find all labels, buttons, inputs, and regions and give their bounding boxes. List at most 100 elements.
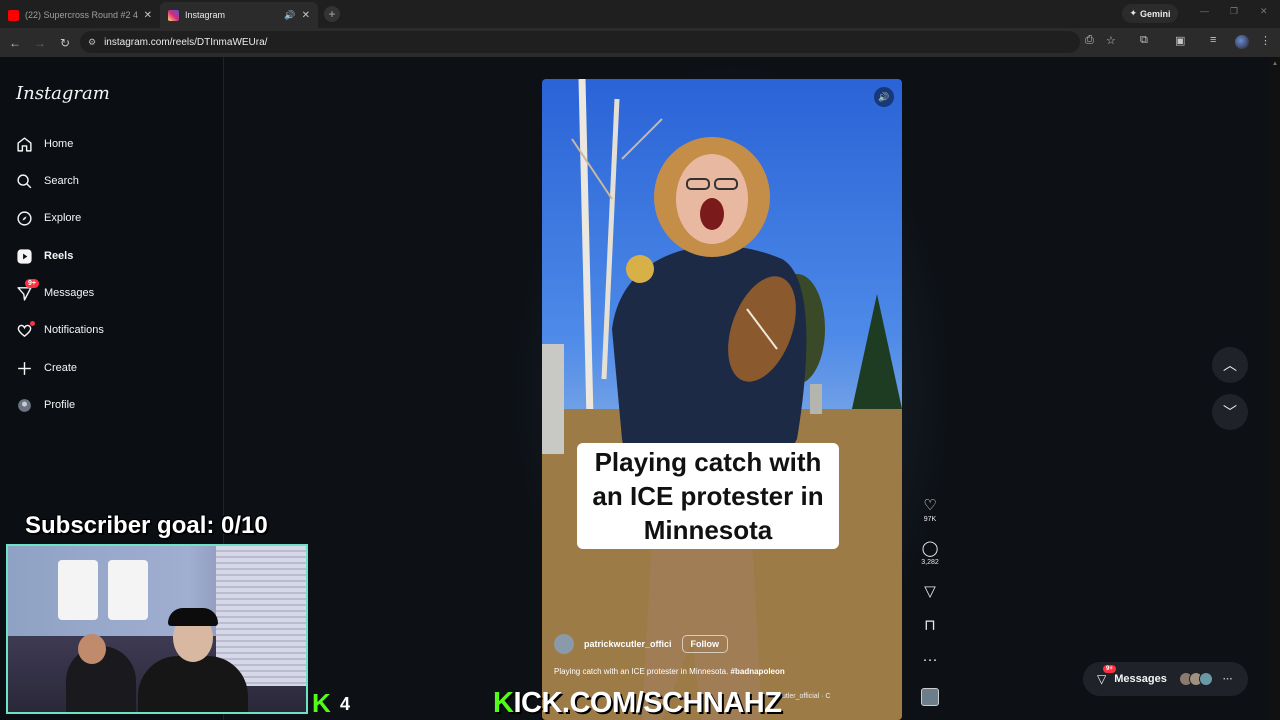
sidebar-item-explore[interactable]: Explore bbox=[16, 206, 81, 230]
speaker-icon[interactable]: 🔊 bbox=[284, 10, 295, 21]
reels-icon bbox=[16, 248, 33, 265]
jersey-image bbox=[108, 560, 148, 620]
reel-caption-overlay: Playing catch with an ICE protester in M… bbox=[577, 443, 839, 549]
messages-pill-label: Messages bbox=[1114, 673, 1167, 685]
sidebar-item-label: Reels bbox=[44, 250, 74, 262]
instagram-logo[interactable]: Instagram bbox=[16, 83, 110, 104]
sidebar-item-create[interactable]: Create bbox=[16, 356, 77, 380]
kick-logo-icon: K bbox=[312, 688, 331, 718]
streamer-right bbox=[138, 656, 248, 712]
forward-arrow-icon[interactable]: → bbox=[29, 32, 51, 54]
tab-title: Instagram bbox=[185, 10, 226, 20]
kick-url-k: K bbox=[493, 687, 514, 719]
sidebar-item-reels[interactable]: Reels bbox=[16, 244, 73, 268]
sidebar-item-search[interactable]: Search bbox=[16, 169, 79, 193]
kick-channel-url: KICK.COM/SCHNAHZ bbox=[493, 686, 782, 720]
close-tab-icon[interactable]: ✕ bbox=[144, 10, 152, 21]
reel-hashtag[interactable]: #badnapoleon bbox=[731, 667, 785, 676]
chevron-up-icon: ︿ bbox=[1223, 357, 1237, 373]
heart-icon: ♡ bbox=[923, 497, 937, 514]
search-icon bbox=[16, 173, 33, 190]
window-close-icon[interactable]: ✕ bbox=[1260, 6, 1268, 17]
page-scrollbar[interactable]: ▲ bbox=[1270, 57, 1280, 720]
previous-reel-button[interactable]: ︿ bbox=[1212, 347, 1248, 383]
sidebar-item-label: Search bbox=[44, 175, 79, 187]
gemini-label: Gemini bbox=[1140, 8, 1171, 19]
heart-icon bbox=[16, 320, 35, 339]
gemini-button[interactable]: ✦ Gemini bbox=[1122, 4, 1178, 23]
bookmark-icon: ⊓ bbox=[924, 617, 936, 634]
address-bar[interactable]: ⚙ instagram.com/reels/DTInmaWEUra/ bbox=[80, 31, 1080, 53]
streamer-left-head bbox=[78, 634, 106, 664]
split-view-icon[interactable]: ▣ bbox=[1175, 34, 1185, 47]
avatar-icon bbox=[16, 397, 33, 414]
reel-author-row: patrickwcutler_offici Follow bbox=[554, 634, 729, 654]
sidebar-item-profile[interactable]: Profile bbox=[16, 393, 75, 417]
instagram-favicon-icon bbox=[168, 9, 179, 21]
kick-url-rest: ICK.COM/SCHNAHZ bbox=[513, 687, 782, 719]
browser-toolbar: ← → ↻ ⚙ instagram.com/reels/DTInmaWEUra/… bbox=[0, 28, 1280, 57]
sidebar-item-label: Explore bbox=[44, 212, 82, 224]
sidebar-item-notifications[interactable]: Notifications bbox=[16, 318, 104, 342]
avatar bbox=[1198, 672, 1213, 686]
like-count: 97K bbox=[923, 516, 937, 523]
message-avatars bbox=[1178, 672, 1213, 686]
sidebar-item-label: Create bbox=[44, 362, 78, 374]
notification-dot bbox=[30, 320, 35, 326]
chevron-down-icon: ﹀ bbox=[1223, 404, 1237, 420]
more-options-button[interactable]: ··· bbox=[918, 652, 942, 668]
bookmark-star-icon[interactable]: ☆ bbox=[1106, 34, 1116, 47]
comment-bubble-icon: ◯ bbox=[921, 540, 939, 557]
browser-tab-bar: (22) Supercross Round #2 450S ✕ Instagra… bbox=[0, 0, 1280, 28]
kick-viewer-count: 4 bbox=[340, 694, 351, 714]
sidebar-item-home[interactable]: Home bbox=[16, 132, 73, 156]
mute-toggle-icon[interactable]: 🔊 bbox=[874, 87, 894, 107]
scroll-up-icon[interactable]: ▲ bbox=[1272, 61, 1278, 67]
youtube-icon bbox=[8, 9, 19, 21]
profile-avatar-icon[interactable] bbox=[1235, 35, 1249, 49]
jersey-image bbox=[58, 560, 98, 620]
next-reel-button[interactable]: ﹀ bbox=[1212, 394, 1248, 430]
site-info-icon[interactable]: ⚙ bbox=[88, 37, 96, 48]
tab-youtube[interactable]: (22) Supercross Round #2 450S ✕ bbox=[0, 2, 160, 28]
back-arrow-icon[interactable]: ← bbox=[4, 32, 26, 54]
reel-audio-label[interactable]: utler_official · C bbox=[782, 693, 831, 700]
reel-video[interactable]: 🔊 Playing catch with an ICE protester in… bbox=[542, 79, 902, 720]
messages-pill-badge: 9+ bbox=[1103, 665, 1116, 673]
reload-icon[interactable]: ↻ bbox=[54, 32, 76, 54]
share-button[interactable]: ▽ bbox=[918, 584, 942, 600]
reel-scene bbox=[542, 79, 902, 720]
messages-badge: 9+ bbox=[25, 278, 39, 288]
follow-button[interactable]: Follow bbox=[681, 635, 729, 653]
comment-count: 3,282 bbox=[921, 559, 939, 566]
compass-icon bbox=[16, 210, 33, 227]
media-controls-icon[interactable]: ≡ bbox=[1210, 34, 1216, 46]
author-username[interactable]: patrickwcutler_offici bbox=[584, 639, 672, 649]
author-avatar[interactable] bbox=[554, 634, 574, 654]
restore-icon[interactable]: ❐ bbox=[1230, 6, 1238, 17]
install-app-icon[interactable]: ⎙ bbox=[1085, 34, 1094, 47]
sidebar-item-messages[interactable]: 9+ Messages bbox=[16, 278, 95, 305]
paper-plane-icon: ▽ bbox=[924, 583, 936, 600]
sidebar-item-label: Profile bbox=[44, 399, 76, 411]
messenger-icon: ▽ 9+ bbox=[1097, 665, 1116, 686]
tab-title: (22) Supercross Round #2 450S bbox=[25, 10, 138, 20]
messages-pill[interactable]: ▽ 9+ Messages ··· bbox=[1083, 662, 1248, 696]
save-button[interactable]: ⊓ bbox=[918, 618, 942, 634]
messenger-icon: 9+ bbox=[16, 278, 39, 302]
extensions-icon[interactable]: ⧉ bbox=[1140, 34, 1148, 47]
tab-instagram[interactable]: Instagram 🔊 ✕ bbox=[160, 2, 318, 28]
webcam-overlay bbox=[6, 544, 308, 714]
minimize-icon[interactable]: — bbox=[1200, 6, 1209, 16]
reel-description-text: Playing catch with an ICE protester in M… bbox=[554, 667, 729, 676]
comment-button[interactable]: ◯ 3,282 bbox=[918, 540, 942, 567]
audio-thumbnail[interactable] bbox=[921, 688, 939, 706]
plus-icon bbox=[16, 360, 33, 377]
menu-kebab-icon[interactable]: ⋮ bbox=[1260, 34, 1271, 47]
like-button[interactable]: ♡ 97K bbox=[918, 497, 942, 524]
sidebar-item-label: Messages bbox=[44, 287, 95, 299]
new-tab-button[interactable]: + bbox=[324, 6, 340, 22]
reel-description[interactable]: Playing catch with an ICE protester in M… bbox=[554, 667, 785, 676]
close-tab-icon[interactable]: ✕ bbox=[302, 10, 310, 21]
subscriber-goal-text: Subscriber goal: 0/10 bbox=[25, 512, 268, 539]
